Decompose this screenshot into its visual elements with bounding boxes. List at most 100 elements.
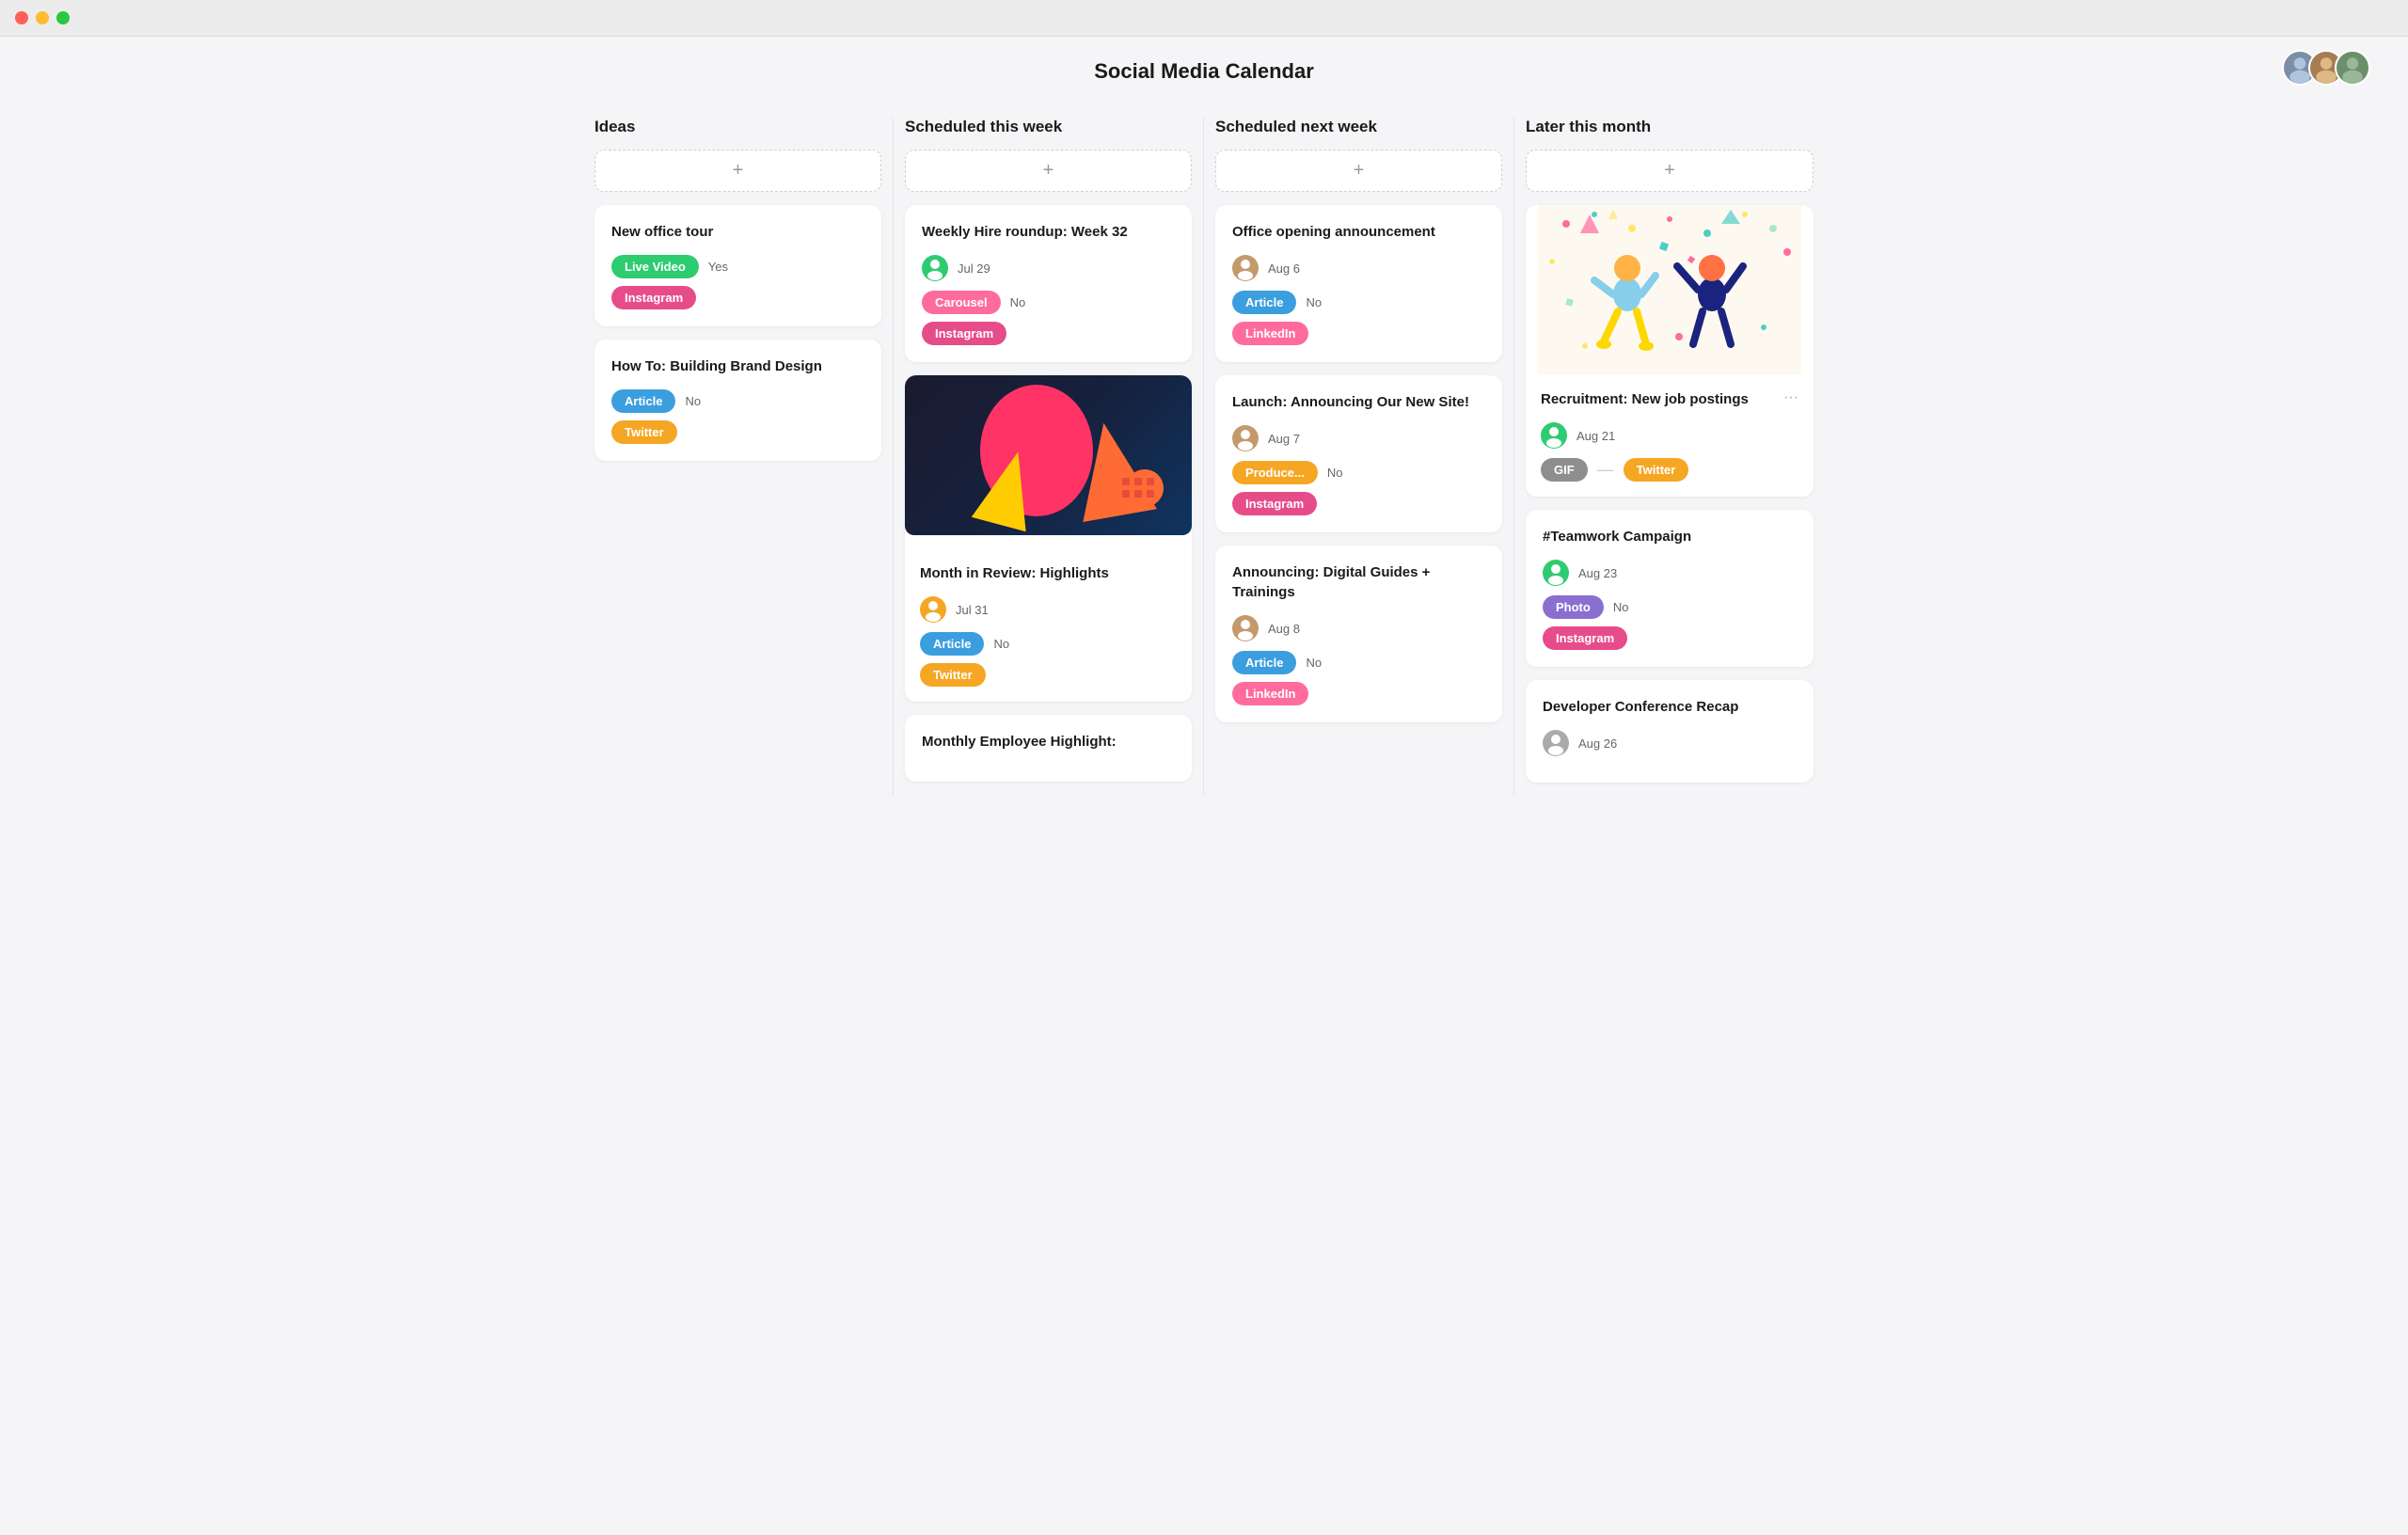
tag-twitter[interactable]: Twitter — [1624, 458, 1689, 482]
tag-article[interactable]: Article — [1232, 291, 1296, 314]
avatar — [1232, 255, 1259, 281]
value-no: No — [1306, 295, 1322, 309]
tag-instagram[interactable]: Instagram — [611, 286, 696, 309]
card-digital-guides: Announcing: Digital Guides + Trainings A… — [1215, 546, 1502, 722]
avatar — [1543, 730, 1569, 756]
column-header-scheduled-week: Scheduled this week — [905, 118, 1192, 136]
card-meta: Aug 23 — [1543, 560, 1797, 586]
tag-live-video[interactable]: Live Video — [611, 255, 699, 278]
plus-icon: + — [733, 160, 744, 182]
app-header: Social Media Calendar — [0, 37, 2408, 99]
card-title: How To: Building Brand Design — [611, 356, 864, 376]
date: Aug 21 — [1576, 429, 1615, 443]
value-yes: Yes — [708, 260, 728, 274]
column-header-ideas: Ideas — [594, 118, 881, 136]
card-title: Recruitment: New job postings — [1541, 389, 1798, 409]
add-card-later-month[interactable]: + — [1526, 150, 1814, 192]
value-no: No — [1010, 295, 1026, 309]
titlebar — [0, 0, 2408, 37]
card-title: #Teamwork Campaign — [1543, 527, 1797, 546]
tag-gif[interactable]: GIF — [1541, 458, 1588, 482]
plus-icon: + — [1664, 160, 1675, 182]
value-no: No — [1327, 466, 1343, 480]
tag-linkedin[interactable]: LinkedIn — [1232, 322, 1308, 345]
card-weekly-hire: Weekly Hire roundup: Week 32 Jul 29 Caro… — [905, 205, 1192, 362]
card-dev-conference: Developer Conference Recap Aug 26 — [1526, 680, 1814, 783]
card-tags: Article No — [920, 632, 1177, 656]
dash-divider: — — [1597, 460, 1614, 480]
add-card-scheduled-next-week[interactable]: + — [1215, 150, 1502, 192]
tag-photo[interactable]: Photo — [1543, 595, 1604, 619]
close-button[interactable] — [15, 11, 28, 24]
card-tags: GIF — Twitter — [1541, 458, 1798, 482]
card-brand-design: How To: Building Brand Design Article No… — [594, 340, 881, 461]
date: Jul 31 — [956, 603, 989, 617]
tag-article[interactable]: Article — [1232, 651, 1296, 674]
avatar-3[interactable] — [2335, 50, 2370, 86]
card-recruitment: ··· Recruitment: New job postings Aug 21… — [1526, 205, 1814, 497]
card-title: Office opening announcement — [1232, 222, 1485, 242]
maximize-button[interactable] — [56, 11, 70, 24]
column-scheduled-next-week: Scheduled next week + Office opening ann… — [1204, 118, 1514, 796]
date: Aug 8 — [1268, 622, 1300, 636]
card-meta: Aug 26 — [1543, 730, 1797, 756]
value-no: No — [1306, 656, 1322, 670]
card-image-art — [905, 375, 1192, 535]
tag-linkedin[interactable]: LinkedIn — [1232, 682, 1308, 705]
card-teamwork-campaign: #Teamwork Campaign Aug 23 Photo No Insta… — [1526, 510, 1814, 667]
traffic-lights — [15, 11, 70, 24]
value-no: No — [1613, 600, 1629, 614]
tag-produce[interactable]: Produce... — [1232, 461, 1318, 484]
card-monthly-employee: Monthly Employee Highlight: — [905, 715, 1192, 782]
more-options-button[interactable]: ··· — [1783, 389, 1798, 406]
date: Jul 29 — [958, 261, 990, 276]
tag-instagram[interactable]: Instagram — [1543, 626, 1627, 650]
card-office-announcement: Office opening announcement Aug 6 Articl… — [1215, 205, 1502, 362]
column-later-month: Later this month + — [1514, 118, 1825, 796]
card-title: New office tour — [611, 222, 864, 242]
tag-article[interactable]: Article — [611, 389, 675, 413]
card-meta: Aug 7 — [1232, 425, 1485, 451]
card-meta: Aug 21 — [1541, 422, 1798, 449]
card-tags: Photo No — [1543, 595, 1797, 619]
tag-article[interactable]: Article — [920, 632, 984, 656]
card-new-office-tour: New office tour Live Video Yes Instagram — [594, 205, 881, 326]
card-tags: Carousel No — [922, 291, 1175, 314]
tag-twitter[interactable]: Twitter — [920, 663, 986, 687]
card-title: Weekly Hire roundup: Week 32 — [922, 222, 1175, 242]
card-month-review: Month in Review: Highlights Jul 31 Artic… — [905, 375, 1192, 702]
add-card-scheduled-week[interactable]: + — [905, 150, 1192, 192]
kanban-board: Ideas + New office tour Live Video Yes I… — [546, 99, 1862, 815]
value-no: No — [993, 637, 1009, 651]
column-header-scheduled-next-week: Scheduled next week — [1215, 118, 1502, 136]
avatar — [922, 255, 948, 281]
date: Aug 6 — [1268, 261, 1300, 276]
avatar — [920, 596, 946, 623]
card-new-site-launch: Launch: Announcing Our New Site! Aug 7 P… — [1215, 375, 1502, 532]
card-tags: Article No — [611, 389, 864, 413]
card-meta: Aug 6 — [1232, 255, 1485, 281]
plus-icon: + — [1354, 160, 1365, 182]
date: Aug 26 — [1578, 736, 1617, 751]
date: Aug 7 — [1268, 432, 1300, 446]
celebration-image — [1526, 205, 1814, 374]
tag-carousel[interactable]: Carousel — [922, 291, 1001, 314]
avatar — [1541, 422, 1567, 449]
value-no: No — [685, 394, 701, 408]
card-meta: Jul 31 — [920, 596, 1177, 623]
card-tags: Article No — [1232, 291, 1485, 314]
card-title: Developer Conference Recap — [1543, 697, 1797, 717]
avatar — [1232, 425, 1259, 451]
avatar — [1232, 615, 1259, 641]
page-title: Social Media Calendar — [1094, 59, 1314, 84]
tag-instagram[interactable]: Instagram — [922, 322, 1006, 345]
tag-instagram[interactable]: Instagram — [1232, 492, 1317, 515]
user-avatars — [2282, 50, 2370, 86]
column-header-later-month: Later this month — [1526, 118, 1814, 136]
card-title: Monthly Employee Highlight: — [922, 732, 1175, 752]
minimize-button[interactable] — [36, 11, 49, 24]
date: Aug 23 — [1578, 566, 1617, 580]
add-card-ideas[interactable]: + — [594, 150, 881, 192]
tag-twitter[interactable]: Twitter — [611, 420, 677, 444]
card-meta: Jul 29 — [922, 255, 1175, 281]
